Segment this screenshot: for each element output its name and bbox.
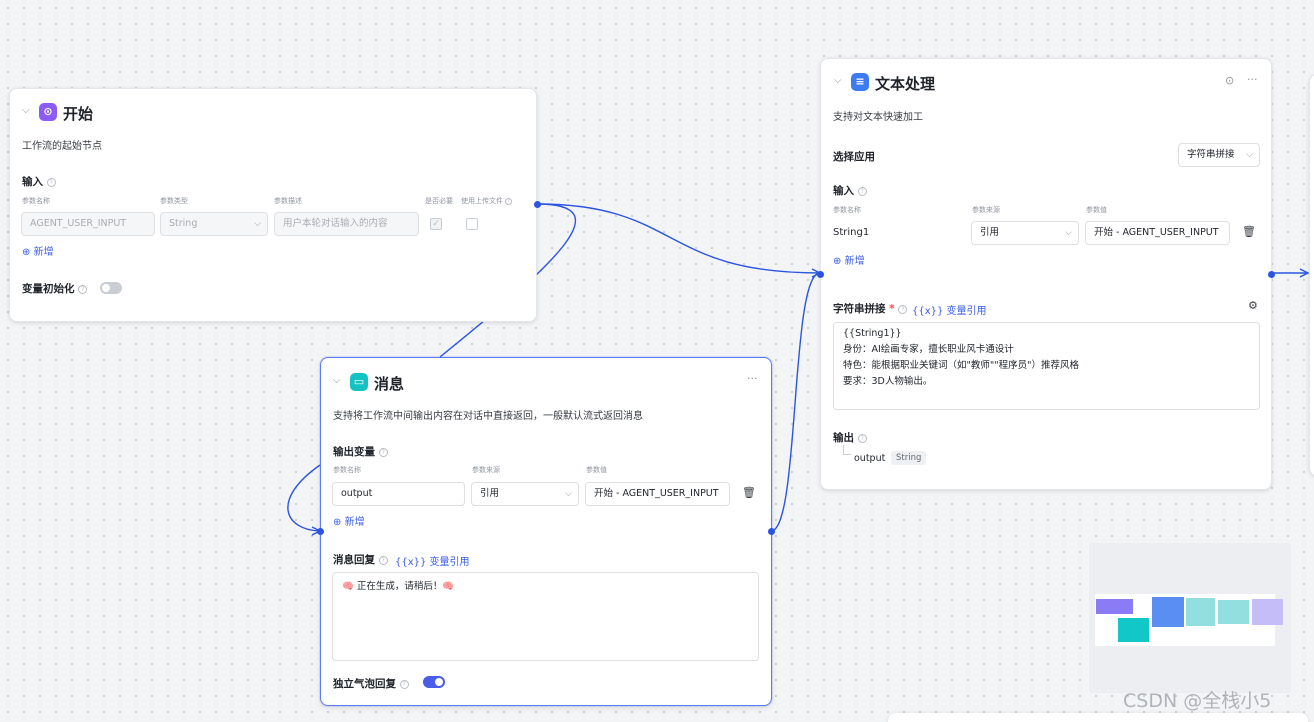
more-icon[interactable]: ··· (1247, 73, 1258, 86)
upload-checkbox[interactable] (466, 218, 478, 230)
output-tree-line (843, 445, 851, 455)
output-value-field[interactable]: 开始 - AGENT_USER_INPUT (585, 482, 730, 506)
minimap-node-text (1152, 597, 1184, 627)
text-output-type-badge: String (891, 451, 927, 465)
info-icon: ? (78, 284, 88, 294)
play-circle-icon[interactable]: ⊙ (1225, 74, 1234, 87)
param-name-field: AGENT_USER_INPUT (21, 212, 155, 236)
edge-start-to-text[interactable] (536, 203, 821, 274)
chevron-down-icon[interactable]: ⌵ (333, 375, 341, 386)
col-header-required: 是否必要 (425, 197, 453, 205)
output-source-select[interactable]: 引用 ⌵ (471, 482, 579, 506)
col-header-source: 参数来源 (472, 466, 500, 474)
col-header-type: 参数类型 (160, 197, 188, 205)
var-ref-button[interactable]: {{x}} 变量引用 (395, 553, 470, 568)
minimap-node-message (1118, 618, 1149, 642)
add-param-button[interactable]: ⊕ 新增 (22, 243, 54, 258)
text-param-name: String1 (833, 227, 870, 238)
add-text-param-button[interactable]: ⊕ 新增 (833, 252, 865, 267)
param-type-select: String ⌵ (160, 212, 268, 236)
reply-label: 消息回复 ? (333, 552, 388, 567)
col-header-value: 参数值 (1086, 206, 1107, 214)
next-node-partial[interactable] (1309, 74, 1314, 476)
message-node-description: 支持将工作流中间输出内容在对话中直接返回，一般默认流式返回消息 (333, 411, 643, 422)
concat-label: 字符串拼接 * ? (833, 301, 908, 316)
add-output-button[interactable]: ⊕ 新增 (333, 513, 365, 528)
info-icon: ? (898, 304, 908, 314)
col-header-desc: 参数描述 (274, 197, 302, 205)
info-icon: ? (378, 447, 388, 457)
start-node-description: 工作流的起始节点 (22, 141, 102, 152)
text-node-icon: ≡ (851, 73, 869, 91)
start-input-section: 输入 ? (22, 174, 56, 189)
output-name-field[interactable]: output (332, 482, 465, 506)
text-node-description: 支持对文本快速加工 (833, 112, 923, 123)
minimap-node-a (1186, 598, 1215, 626)
select-app-label: 选择应用 (833, 151, 875, 163)
chevron-down-icon: ⌵ (565, 489, 572, 499)
minimap[interactable] (1089, 543, 1291, 693)
col-header-upload: 使用上传文件 ? (461, 196, 513, 206)
trash-icon[interactable]: 🗑 (742, 486, 756, 499)
plus-circle-icon: ⊕ (333, 517, 342, 528)
concat-textarea[interactable]: {{String1}} 身份：AI绘画专家，擅长职业风卡通设计 特色：能根据职业… (833, 322, 1260, 410)
message-output-port[interactable] (768, 528, 775, 535)
minimap-node-b (1218, 600, 1249, 624)
message-input-port[interactable] (317, 528, 324, 535)
message-node-icon: ▭ (350, 373, 368, 391)
gear-icon[interactable]: ⚙ (1248, 299, 1258, 312)
reply-textarea[interactable]: 🧠 正在生成，请稍后！🧠 (332, 572, 759, 661)
select-app-dropdown[interactable]: 字符串拼接 ⌵ (1178, 143, 1260, 167)
more-icon[interactable]: ··· (747, 372, 758, 385)
bottom-toolbar-partial[interactable] (888, 713, 1308, 722)
param-desc-field: 用户本轮对话输入的内容 (274, 212, 419, 236)
bubble-reply-toggle[interactable] (423, 676, 445, 688)
plus-circle-icon: ⊕ (833, 256, 842, 267)
chevron-down-icon[interactable]: ⌵ (22, 105, 30, 116)
plus-circle-icon: ⊕ (22, 247, 31, 258)
chevron-down-icon: ⌵ (254, 219, 261, 229)
chevron-down-icon[interactable]: ⌵ (834, 75, 842, 86)
minimap-node-start (1096, 599, 1133, 614)
var-ref-button[interactable]: {{x}} 变量引用 (912, 302, 987, 317)
text-input-port[interactable] (817, 271, 824, 278)
chevron-down-icon: ⌵ (1065, 228, 1072, 238)
text-node[interactable]: ⌵ ≡ 文本处理 ⊙ ··· 支持对文本快速加工 选择应用 字符串拼接 ⌵ 输入 … (817, 58, 1275, 490)
col-header-name: 参数名称 (22, 197, 50, 205)
message-node[interactable]: ⌵ ▭ 消息 ··· 支持将工作流中间输出内容在对话中直接返回，一般默认流式返回… (317, 357, 775, 706)
text-param-value-field[interactable]: 开始 - AGENT_USER_INPUT (1085, 221, 1230, 245)
col-header-name: 参数名称 (333, 466, 361, 474)
required-checkbox: ✓ (430, 218, 442, 230)
text-node-title: 文本处理 (875, 75, 936, 93)
col-header-value: 参数值 (586, 466, 607, 474)
output-var-section: 输出变量 ? (333, 444, 388, 459)
info-icon: ? (378, 555, 388, 565)
start-node-title: 开始 (63, 105, 94, 123)
text-param-source-select[interactable]: 引用 ⌵ (971, 221, 1079, 245)
info-icon: ? (857, 433, 867, 443)
edge-message-to-text[interactable] (770, 272, 821, 532)
col-header-name: 参数名称 (833, 206, 861, 214)
text-output-port[interactable] (1268, 271, 1275, 278)
var-init-toggle[interactable] (100, 282, 122, 294)
text-output-name: output (854, 453, 886, 464)
message-node-title: 消息 (374, 375, 405, 393)
info-icon: ? (399, 679, 409, 689)
start-output-port[interactable] (534, 201, 541, 208)
start-node-icon: ⊙ (39, 103, 57, 121)
col-header-source: 参数来源 (972, 206, 1000, 214)
chevron-down-icon: ⌵ (1246, 150, 1253, 160)
watermark: CSDN @全栈小5 (1123, 690, 1272, 712)
text-input-section: 输入 ? (833, 183, 867, 198)
var-init-label: 变量初始化 ? (22, 281, 88, 296)
minimap-node-c (1252, 599, 1283, 625)
trash-icon[interactable]: 🗑 (1242, 225, 1256, 238)
start-node[interactable]: ⌵ ⊙ 开始 工作流的起始节点 输入 ? 参数名称 参数类型 参数描述 是否必要… (9, 88, 541, 322)
info-icon: ? (46, 177, 56, 187)
info-icon: ? (857, 186, 867, 196)
bubble-reply-label: 独立气泡回复 ? (333, 676, 409, 691)
text-output-section: 输出 ? (833, 430, 867, 445)
